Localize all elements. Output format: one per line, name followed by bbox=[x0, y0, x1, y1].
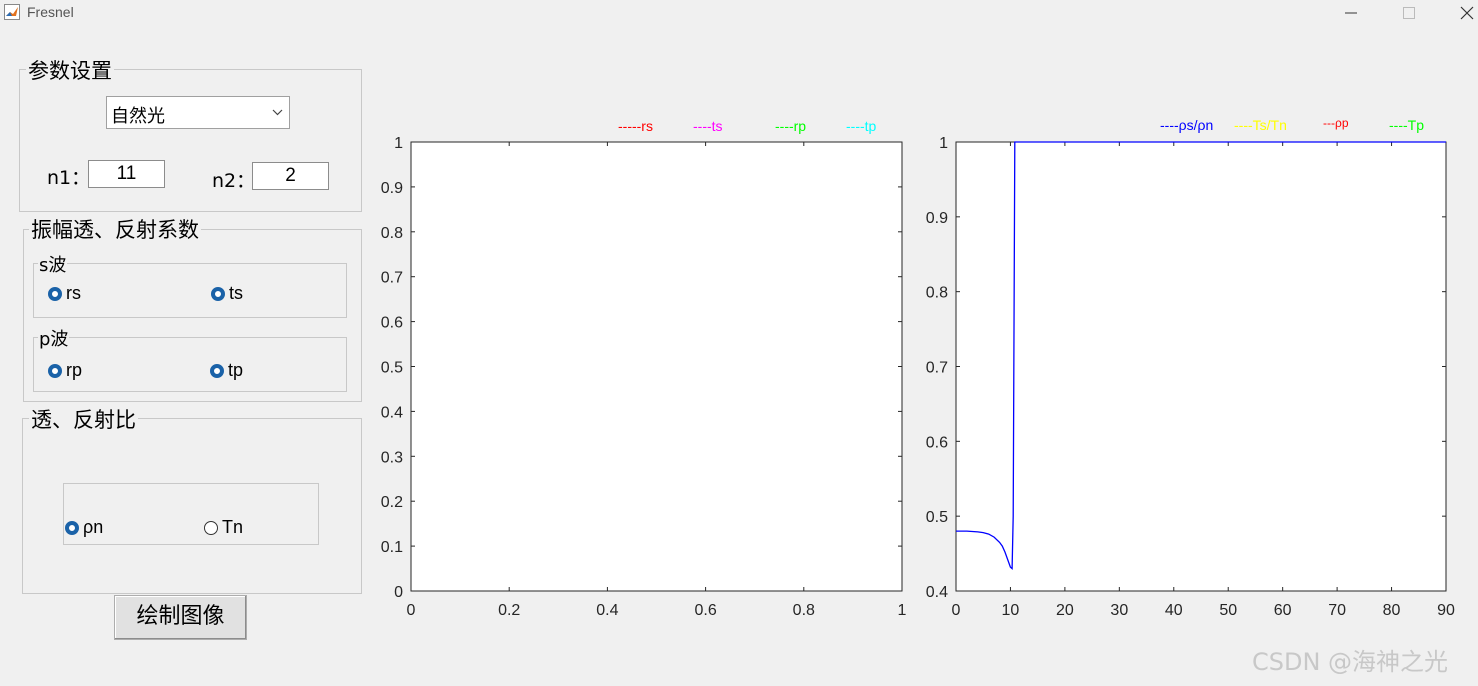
left-x-tick-label: 1 bbox=[898, 602, 907, 619]
right-y-tick-label: 0.9 bbox=[926, 210, 948, 227]
left-y-tick-label: 0.3 bbox=[381, 449, 403, 466]
right-y-tick-label: 0.8 bbox=[926, 285, 948, 302]
left-y-tick-label: 0.8 bbox=[381, 225, 403, 242]
right-y-tick-label: 1 bbox=[939, 135, 948, 152]
left-y-tick-label: 0.9 bbox=[381, 180, 403, 197]
left-x-tick-label: 0.2 bbox=[498, 602, 520, 619]
right-x-tick-label: 60 bbox=[1274, 602, 1292, 619]
left-x-tick-label: 0.8 bbox=[793, 602, 815, 619]
left-y-tick-label: 1 bbox=[394, 135, 403, 152]
right-y-tick-label: 0.5 bbox=[926, 509, 948, 526]
right-x-tick-label: 80 bbox=[1383, 602, 1401, 619]
left-y-tick-label: 0 bbox=[394, 584, 403, 601]
right-x-tick-label: 50 bbox=[1219, 602, 1237, 619]
right-x-tick-label: 90 bbox=[1437, 602, 1455, 619]
left-y-tick-label: 0.1 bbox=[381, 539, 403, 556]
right-y-tick-label: 0.4 bbox=[926, 584, 948, 601]
right-x-tick-label: 40 bbox=[1165, 602, 1183, 619]
right-x-tick-label: 20 bbox=[1056, 602, 1074, 619]
right-y-tick-label: 0.7 bbox=[926, 360, 948, 377]
right-x-tick-label: 10 bbox=[1002, 602, 1020, 619]
right-x-tick-label: 70 bbox=[1328, 602, 1346, 619]
right-x-tick-label: 0 bbox=[952, 602, 961, 619]
left-plot-area bbox=[410, 141, 903, 592]
left-y-tick-label: 0.4 bbox=[381, 404, 403, 421]
charts: 0 0.2 0.4 0.6 0.8 100.10.20.30.40.50.60.70.80… bbox=[381, 135, 1455, 619]
left-y-tick-label: 0.7 bbox=[381, 270, 403, 287]
right-y-tick-label: 0.6 bbox=[926, 434, 948, 451]
right-x-tick-label: 30 bbox=[1110, 602, 1128, 619]
left-y-tick-label: 0.5 bbox=[381, 360, 403, 377]
left-x-tick-label: 0 bbox=[407, 602, 416, 619]
left-x-tick-label: 0.6 bbox=[694, 602, 716, 619]
left-y-tick-label: 0.6 bbox=[381, 315, 403, 332]
left-x-tick-label: 0.4 bbox=[596, 602, 618, 619]
watermark: CSDN @海神之光 bbox=[1252, 648, 1449, 676]
right-plot-area bbox=[955, 141, 1447, 592]
left-y-tick-label: 0.2 bbox=[381, 494, 403, 511]
